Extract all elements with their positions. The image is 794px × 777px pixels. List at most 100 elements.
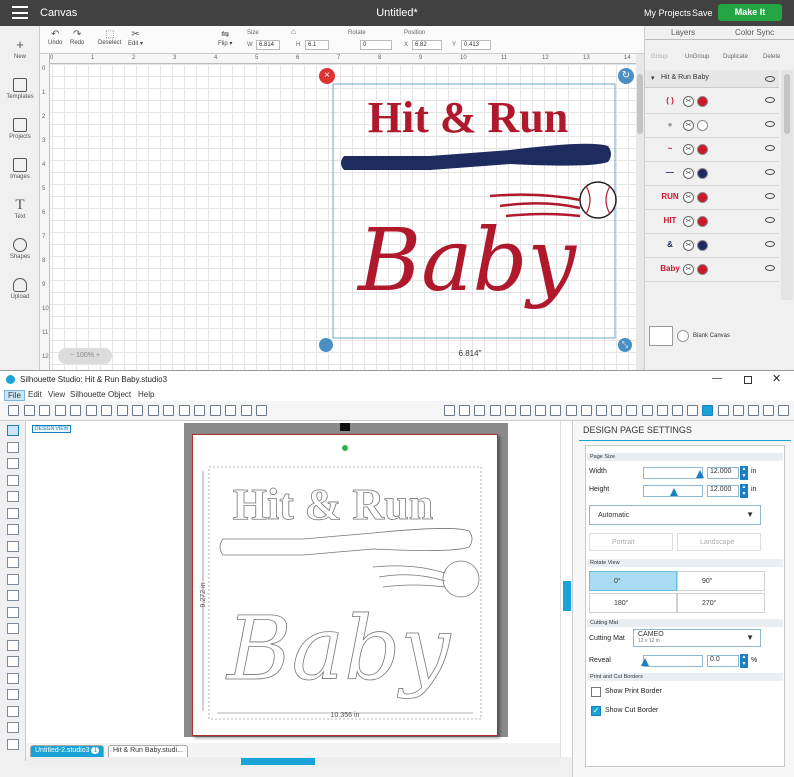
height-input[interactable]: 6.1 bbox=[305, 40, 329, 50]
y-input[interactable]: 0.413 bbox=[461, 40, 491, 50]
rotate-handle-icon[interactable]: ↻ bbox=[618, 68, 634, 84]
deselect-button[interactable]: ⬚ Deselect bbox=[98, 29, 121, 46]
knife-icon[interactable] bbox=[763, 405, 775, 416]
eye-icon[interactable] bbox=[765, 217, 775, 223]
blank-canvas-swatch[interactable] bbox=[649, 326, 673, 346]
layer-color-swatch[interactable] bbox=[697, 96, 708, 107]
menu-edit[interactable]: Edit bbox=[28, 390, 42, 399]
height-stepper[interactable]: ▲ ▼ bbox=[740, 484, 748, 498]
save-link[interactable]: Save bbox=[692, 8, 713, 18]
sidebar-projects[interactable]: Projects bbox=[0, 118, 40, 140]
width-slider[interactable] bbox=[643, 467, 704, 479]
eraser-icon[interactable] bbox=[778, 405, 790, 416]
undo-icon[interactable] bbox=[147, 405, 159, 416]
rotate-180-button[interactable]: 180° bbox=[589, 593, 677, 613]
text-tool-icon[interactable] bbox=[7, 623, 19, 634]
cut-operation-icon[interactable]: ✂ bbox=[683, 168, 694, 179]
tab-color-sync[interactable]: Color Sync bbox=[735, 28, 774, 37]
my-projects-link[interactable]: My Projects bbox=[644, 8, 691, 18]
sidebar-images[interactable]: Images bbox=[0, 158, 40, 180]
cut-operation-icon[interactable]: ✂ bbox=[683, 144, 694, 155]
knife-tool-icon[interactable] bbox=[7, 656, 19, 667]
page-settings-icon[interactable] bbox=[702, 405, 714, 416]
trash-icon[interactable] bbox=[7, 738, 19, 750]
sidebar-new[interactable]: + New bbox=[0, 38, 40, 61]
minimize-icon[interactable]: — bbox=[712, 373, 722, 384]
silhouette-design-artwork[interactable]: Hit & Run Baby 10.356 in 9.272 in bbox=[193, 435, 499, 737]
eye-icon[interactable] bbox=[765, 193, 775, 199]
layer-row[interactable]: RUN ✂ bbox=[645, 186, 779, 210]
cutting-mat-select[interactable]: CAMEO 12 x 12 in ▼ bbox=[633, 629, 761, 647]
layer-color-swatch[interactable] bbox=[697, 120, 708, 131]
clear-icon[interactable] bbox=[132, 405, 143, 416]
fill-icon[interactable] bbox=[504, 405, 516, 416]
tab-hit-run-baby[interactable]: Hit & Run Baby.studi... bbox=[108, 745, 188, 757]
maximize-icon[interactable] bbox=[744, 376, 752, 384]
eye-icon[interactable] bbox=[765, 76, 775, 82]
layer-color-swatch[interactable] bbox=[697, 264, 708, 275]
new-doc-icon[interactable] bbox=[8, 405, 19, 416]
layer-row[interactable]: Baby ✂ bbox=[645, 258, 779, 282]
layer-row[interactable]: — ✂ bbox=[645, 162, 779, 186]
eye-icon[interactable] bbox=[765, 241, 775, 247]
rotation-handle[interactable] bbox=[342, 445, 348, 451]
cut-operation-icon[interactable]: ✂ bbox=[683, 120, 694, 131]
width-input[interactable]: 6.814 bbox=[256, 40, 280, 50]
cut-settings-icon[interactable] bbox=[732, 405, 744, 416]
undo-button[interactable]: ↶ Undo bbox=[48, 29, 62, 46]
send-icon[interactable] bbox=[687, 405, 699, 416]
landscape-button[interactable]: Landscape bbox=[677, 533, 761, 551]
save-as-icon[interactable] bbox=[54, 405, 66, 416]
text-style-icon[interactable] bbox=[550, 405, 562, 416]
layers-icon[interactable] bbox=[748, 405, 759, 416]
slider-handle[interactable] bbox=[641, 658, 649, 666]
grid-icon[interactable] bbox=[474, 405, 486, 416]
scroll-thumb[interactable] bbox=[563, 581, 571, 611]
copy-icon[interactable] bbox=[101, 405, 112, 416]
eye-icon[interactable] bbox=[765, 265, 775, 271]
fill-panel-icon[interactable] bbox=[7, 672, 19, 684]
show-print-border-checkbox[interactable] bbox=[591, 687, 601, 697]
close-icon[interactable]: ✕ bbox=[772, 372, 781, 385]
zoom-select-icon[interactable] bbox=[225, 405, 236, 416]
layer-color-swatch[interactable] bbox=[697, 144, 708, 155]
library-icon[interactable] bbox=[7, 689, 19, 700]
regular-polygon-tool-icon[interactable] bbox=[7, 606, 19, 618]
flip-button[interactable]: ⇋ Flip ▾ bbox=[218, 29, 232, 47]
tab-layers[interactable]: Layers bbox=[671, 28, 695, 37]
line-icon[interactable] bbox=[535, 405, 547, 416]
canvas-color-icon[interactable] bbox=[677, 330, 689, 342]
sketch-icon[interactable] bbox=[7, 722, 19, 733]
layers-scrollbar[interactable] bbox=[781, 70, 793, 300]
modify-icon[interactable] bbox=[596, 405, 607, 416]
print-icon[interactable] bbox=[70, 405, 81, 416]
layer-row[interactable]: & ✂ bbox=[645, 234, 779, 258]
layer-row[interactable]: ~ ✂ bbox=[645, 138, 779, 162]
layer-color-swatch[interactable] bbox=[697, 168, 708, 179]
width-stepper[interactable]: ▲ ▼ bbox=[740, 466, 748, 480]
rounded-rect-tool-icon[interactable] bbox=[7, 491, 19, 502]
trace-icon[interactable] bbox=[626, 405, 638, 416]
duplicate-button[interactable]: Duplicate bbox=[723, 54, 748, 60]
cut-operation-icon[interactable]: ✂ bbox=[683, 96, 694, 107]
eye-icon[interactable] bbox=[765, 121, 775, 127]
replicate-icon[interactable] bbox=[580, 405, 592, 416]
pan-icon[interactable] bbox=[178, 405, 190, 416]
transform-icon[interactable] bbox=[565, 405, 577, 416]
workspace-vertical-scrollbar[interactable] bbox=[560, 421, 572, 757]
make-it-button[interactable]: Make It bbox=[718, 4, 782, 21]
canvas-vertical-scrollbar[interactable] bbox=[636, 54, 644, 370]
expand-arrow-icon[interactable]: ▾ bbox=[651, 74, 655, 82]
sidebar-templates[interactable]: Templates bbox=[0, 78, 40, 100]
cut-operation-icon[interactable]: ✂ bbox=[683, 264, 694, 275]
scroll-thumb[interactable] bbox=[637, 74, 643, 134]
design-icon[interactable] bbox=[672, 405, 683, 416]
group-button[interactable]: Group bbox=[651, 54, 668, 60]
layer-group-header[interactable]: ▾ Hit & Run Baby bbox=[645, 70, 779, 88]
zoom-out-icon[interactable] bbox=[209, 405, 221, 416]
layer-row[interactable]: ( ) ✂ bbox=[645, 90, 779, 114]
rotate-270-button[interactable]: 270° bbox=[677, 593, 765, 613]
layer-color-swatch[interactable] bbox=[697, 240, 708, 251]
x-input[interactable]: 6.82 bbox=[412, 40, 442, 50]
move-icon[interactable] bbox=[240, 405, 252, 416]
